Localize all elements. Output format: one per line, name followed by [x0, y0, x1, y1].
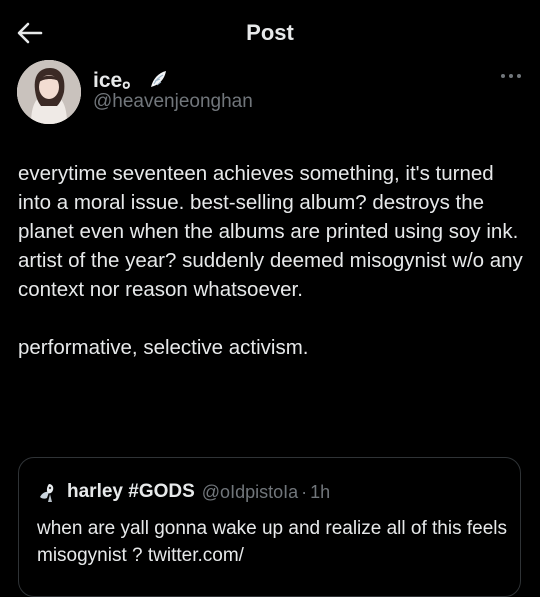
quoted-author-handle[interactable]: @oIdpistoIa: [202, 482, 298, 503]
avatar-image: [17, 60, 81, 124]
tweet-paragraph: performative, selective activism.: [18, 336, 309, 359]
quoted-author-avatar[interactable]: [37, 480, 61, 504]
author-handle[interactable]: @heavenjeonghan: [93, 91, 253, 113]
author-name-row[interactable]: ice。: [93, 64, 169, 94]
quoted-tweet-header: harley #GODS @oIdpistoIa · 1h: [37, 480, 330, 504]
wing-icon: [151, 71, 167, 87]
quoted-author-name[interactable]: harley #GODS: [67, 481, 195, 503]
author-avatar[interactable]: [17, 60, 81, 124]
more-dots-icon: [501, 74, 521, 78]
quoted-tweet[interactable]: harley #GODS @oIdpistoIa · 1h when are y…: [18, 457, 521, 597]
more-options-button[interactable]: [498, 68, 524, 84]
tweet-text: everytime seventeen achieves something, …: [18, 159, 530, 362]
quoted-tweet-text: when are yall gonna wake up and realize …: [37, 518, 508, 566]
page-title: Post: [246, 20, 294, 45]
top-bar: Post: [0, 0, 540, 66]
quoted-timestamp[interactable]: 1h: [310, 482, 330, 503]
tweet-paragraph: everytime seventeen achieves something, …: [18, 162, 523, 301]
author-display-name[interactable]: ice。: [93, 64, 143, 94]
separator-dot: ·: [301, 481, 308, 502]
